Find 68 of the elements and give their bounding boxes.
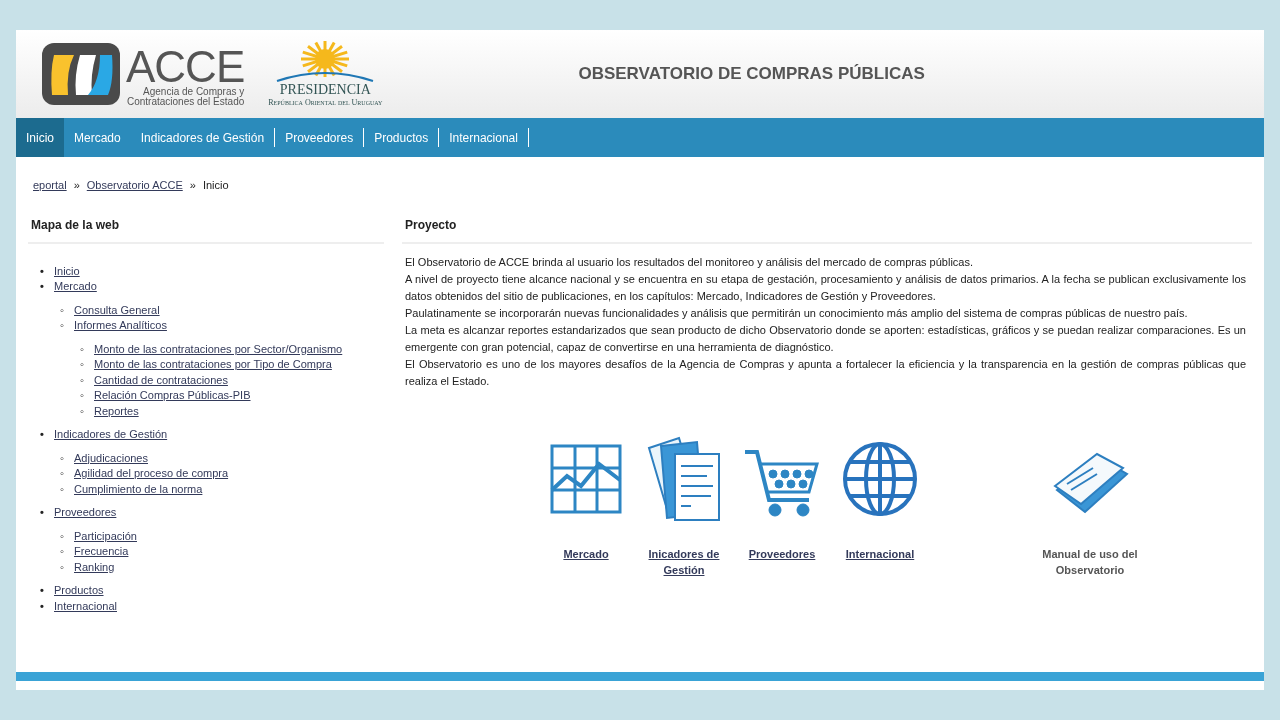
- list-bullet: ◦: [60, 559, 65, 575]
- paragraph: El Observatorio es uno de los mayores desafíos de la Agencia de Compras y apunta a fortalecer la eficiencia y la transparencia en la gestión de compras públicas que realiza el Estado.: [405, 356, 1246, 389]
- sitemap-link[interactable]: Mercado: [54, 280, 97, 292]
- list-bullet: ◦: [80, 341, 85, 357]
- breadcrumb-separator: »: [73, 178, 80, 193]
- sitemap-link[interactable]: Internacional: [54, 599, 117, 612]
- list-bullet: •: [40, 505, 45, 520]
- presidencia-text: PRESIDENCIA: [279, 83, 371, 97]
- logo-subtitle: Contrataciones del Estado: [126, 97, 245, 107]
- sitemap-link[interactable]: Reportes: [94, 404, 139, 417]
- sitemap-link[interactable]: Informes Analíticos: [74, 319, 167, 331]
- list-bullet: ◦: [80, 372, 85, 388]
- sitemap-link[interactable]: Monto de las contrataciones por Tipo de Compra: [94, 358, 332, 370]
- list-bullet: ◦: [80, 403, 85, 419]
- paragraph: Paulatinamente se incorporarán nuevas funcionalidades y análisis que permitirán un conocimiento más amplio del sistema de compras públicas de nuestro país.: [405, 305, 1189, 321]
- list-bullet: •: [40, 279, 45, 294]
- sitemap-link[interactable]: Relación Compras Públicas-PIB: [94, 389, 251, 401]
- tile-link[interactable]: Inicadores de Gestión: [635, 545, 733, 578]
- sitemap-link[interactable]: Productos: [54, 584, 104, 596]
- list-bullet: •: [40, 427, 45, 442]
- list-bullet: ◦: [60, 544, 65, 559]
- nav-tab[interactable]: Mercado: [64, 118, 131, 157]
- tile-link[interactable]: Proveedores: [748, 545, 816, 562]
- sitemap-link[interactable]: Cantidad de contrataciones: [94, 373, 228, 386]
- breadcrumb-link[interactable]: Observatorio ACCE: [86, 177, 183, 194]
- nav-tab[interactable]: Indicadores de Gestión: [130, 118, 275, 157]
- tile-link[interactable]: Mercado: [563, 545, 609, 562]
- nav-tab[interactable]: Proveedores: [275, 118, 364, 157]
- site-title: OBSERVATORIO DE COMPRAS PÚBLICAS: [578, 63, 925, 86]
- sitemap-link[interactable]: Agilidad del proceso de compra: [74, 467, 229, 479]
- section-heading: Mapa de la web: [28, 215, 384, 244]
- list-bullet: ◦: [60, 318, 65, 333]
- tile-label: Manual de uso del Observatorio: [1041, 546, 1139, 578]
- sitemap-link[interactable]: Proveedores: [54, 506, 117, 518]
- nav-tab[interactable]: Inicio: [16, 118, 64, 157]
- section-heading: Proyecto: [402, 215, 1252, 244]
- paragraph: La meta es alcanzar reportes estandarizados que sean producto de dicho Observatorio donde se aporten: estadísticas, gráficos y se puedan realizar comparaciones. Es un emergente con gran potencial, capaz de convertirse en una herramienta de diagnóstico.: [405, 322, 1246, 355]
- paragraph: El Observatorio de ACCE brinda al usuario los resultados del monitoreo y análisis del mercado de compras públicas.: [405, 254, 974, 270]
- breadcrumb-separator: »: [189, 178, 196, 193]
- logo-text: ACCE: [126, 47, 245, 87]
- list-bullet: ◦: [60, 528, 65, 544]
- list-bullet: •: [40, 598, 45, 614]
- sitemap-link[interactable]: Frecuencia: [74, 545, 129, 557]
- presidencia-subtitle: República Oriental del Uruguay: [268, 97, 383, 109]
- breadcrumb-link[interactable]: eportal: [33, 177, 67, 194]
- logo-icon: [40, 41, 122, 107]
- sitemap-link[interactable]: Adjudicaciones: [74, 451, 148, 464]
- list-bullet: ◦: [60, 302, 65, 318]
- paragraph: A nivel de proyecto tiene alcance nacional y se encuentra en su etapa de gestación, procesamiento y análisis de datos primarios. A la fecha se publican exclusivamente los datos obtenidos del sitio de publicaciones, en los capítulos: Mercado, Indicadores de Gestión y Proveedores.: [405, 271, 1246, 304]
- sitemap-link[interactable]: Indicadores de Gestión: [54, 428, 168, 440]
- nav-tab[interactable]: Productos: [364, 118, 439, 157]
- nav-tab[interactable]: Internacional: [439, 118, 528, 157]
- sitemap-link[interactable]: Ranking: [74, 560, 115, 573]
- sitemap-link[interactable]: Monto de las contrataciones por Sector/Organismo: [94, 342, 343, 355]
- tile-link[interactable]: Internacional: [845, 545, 915, 562]
- list-bullet: ◦: [60, 481, 65, 497]
- logo-subtitle: Agencia de Compras y: [143, 87, 245, 97]
- list-bullet: ◦: [60, 466, 65, 481]
- sitemap-link[interactable]: Consulta General: [74, 303, 160, 316]
- list-bullet: ◦: [80, 388, 85, 403]
- list-bullet: •: [40, 583, 45, 598]
- list-bullet: ◦: [60, 450, 65, 466]
- breadcrumb-current: Inicio: [202, 178, 229, 193]
- sitemap-link[interactable]: Cumplimiento de la norma: [74, 482, 203, 495]
- sitemap-link[interactable]: Inicio: [54, 264, 80, 277]
- sitemap-link[interactable]: Participación: [74, 529, 137, 542]
- list-bullet: ◦: [80, 357, 85, 372]
- list-bullet: •: [40, 263, 45, 279]
